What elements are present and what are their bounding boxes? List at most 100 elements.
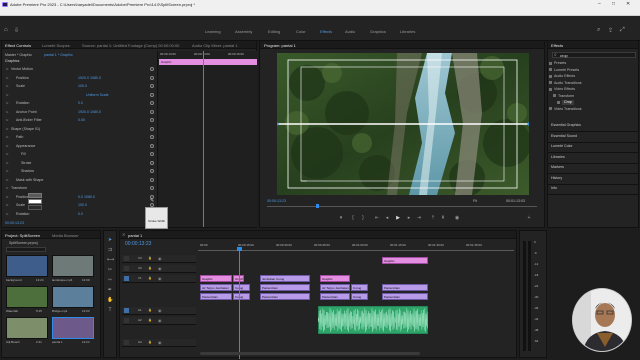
workspace-graphics[interactable]: Graphics <box>370 29 386 34</box>
tab-program[interactable]: Program: pantai 1 <box>264 43 296 48</box>
keyframe-toggle-icon[interactable] <box>150 186 154 190</box>
search-icon[interactable]: ⌕ <box>597 27 600 34</box>
timeline-clip-v1[interactable]: Air Terjun Jembatan <box>320 284 350 291</box>
workspace-learning[interactable]: Learning <box>205 29 221 34</box>
track-target-button[interactable] <box>124 266 129 271</box>
effects-panel-section[interactable]: Essential Graphics <box>551 123 581 128</box>
ec-property-value[interactable]: 1920.0 1080.0 <box>78 110 101 115</box>
keyframe-toggle-icon[interactable] <box>150 92 154 97</box>
go-to-out-icon[interactable]: ⇥ <box>416 215 422 221</box>
effects-panel-section[interactable]: Lumetri Color <box>551 144 573 149</box>
timeline-clip-v2[interactable]: Jembatan Curug <box>260 275 310 282</box>
effects-panel-section[interactable]: Info <box>551 186 557 191</box>
fx-toggle-icon[interactable]: fx <box>6 169 8 173</box>
master-selector[interactable]: Master * Graphic <box>5 53 32 58</box>
effects-tree-item[interactable]: Audio Effects <box>554 74 575 79</box>
tab-media-browser[interactable]: Media Browser <box>52 233 79 238</box>
keyframe-toggle-icon[interactable] <box>150 152 154 156</box>
effects-tree-item[interactable]: Transform <box>558 94 574 99</box>
track-target-button[interactable] <box>124 318 129 323</box>
timeline-clip-base[interactable]: Pantai Alam <box>320 293 350 300</box>
fx-toggle-icon[interactable]: fx <box>6 127 8 131</box>
keyframe-toggle-icon[interactable] <box>150 143 154 148</box>
project-thumbnail[interactable] <box>6 286 48 308</box>
workspace-editing[interactable]: Editing <box>268 29 280 34</box>
close-sequence-icon[interactable]: ✕ <box>122 232 125 237</box>
project-thumbnail[interactable] <box>52 286 94 308</box>
type-tool-icon[interactable]: T <box>107 307 113 313</box>
timeline-clip-base[interactable]: Pantai Alam <box>200 293 232 300</box>
timeline-playhead[interactable] <box>239 249 240 359</box>
fx-toggle-icon[interactable]: fx <box>6 84 8 88</box>
close-button[interactable]: ✕ <box>626 1 630 7</box>
keyframe-toggle-icon[interactable] <box>150 126 154 131</box>
import-icon[interactable]: ⇩ <box>14 27 19 34</box>
effects-search-input[interactable]: ⌕ crop <box>552 52 636 58</box>
lock-icon[interactable]: 🔒 <box>148 318 152 322</box>
project-thumbnail[interactable] <box>6 317 48 339</box>
audio-waveform-clip-1[interactable] <box>318 306 428 334</box>
fx-toggle-icon[interactable]: fx <box>6 135 8 139</box>
effects-tree-item[interactable]: Lumetri Presets <box>554 68 579 73</box>
fx-toggle-icon[interactable]: fx <box>6 144 8 148</box>
keyframe-toggle-icon[interactable] <box>150 67 154 71</box>
lock-icon[interactable]: 🔒 <box>148 276 152 280</box>
share-icon[interactable]: ⇪ <box>608 27 613 34</box>
program-scrub-bar[interactable] <box>267 206 537 207</box>
tab-effect-controls[interactable]: Effect Controls <box>5 43 31 48</box>
program-video-frame[interactable] <box>277 53 529 195</box>
track-select-tool-icon[interactable]: ⇉ <box>107 247 113 253</box>
timeline-clip-base[interactable]: Pantai Alam <box>382 293 428 300</box>
minimize-button[interactable]: – <box>598 1 601 7</box>
ec-playhead[interactable] <box>203 51 204 227</box>
ec-property-value[interactable]: 100.0 <box>78 203 87 208</box>
fx-toggle-icon[interactable]: fx <box>6 118 8 122</box>
keyframe-toggle-icon[interactable] <box>150 109 154 114</box>
effects-panel-section[interactable]: Essential Sound <box>551 134 577 139</box>
mark-in-icon[interactable]: { <box>350 215 356 221</box>
keyframe-toggle-icon[interactable] <box>150 118 154 122</box>
step-back-icon[interactable]: ◂ <box>384 215 390 221</box>
keyframe-toggle-icon[interactable] <box>150 169 154 173</box>
hand-tool-icon[interactable]: ✋ <box>107 297 113 303</box>
effects-panel-section[interactable]: Markers <box>551 165 564 170</box>
ec-mini-timeline[interactable] <box>157 51 257 227</box>
timeline-timecode[interactable]: 00:00:13:23 <box>125 241 151 247</box>
step-forward-icon[interactable]: ▸ <box>406 215 412 221</box>
project-search-input[interactable] <box>6 247 46 252</box>
fill-color-swatch[interactable] <box>28 193 42 198</box>
timeline-clip-v1[interactable]: Air Terjun Jembatan <box>200 284 232 291</box>
lock-icon[interactable]: 🔒 <box>148 256 152 260</box>
eyedropper-icon[interactable]: ✎ <box>150 198 154 204</box>
tab-lumetri-scopes[interactable]: Lumetri Scopes <box>42 43 70 48</box>
eye-icon[interactable]: ◉ <box>158 256 162 261</box>
program-timecode[interactable]: 00:00:13:23 <box>267 199 286 204</box>
tab-effects[interactable]: Effects <box>551 43 563 48</box>
workspace-effects[interactable]: Effects <box>320 29 332 34</box>
timeline-clip-base[interactable]: Curug <box>233 293 250 300</box>
keyframe-toggle-icon[interactable] <box>150 101 154 105</box>
play-icon[interactable]: ▶ <box>395 215 401 221</box>
effects-tree-item[interactable]: Audio Transitions <box>554 81 582 86</box>
workspace-assembly[interactable]: Assembly <box>235 29 252 34</box>
track-target-button[interactable] <box>124 276 129 281</box>
timeline-clip-v1[interactable]: Pantai Alam <box>382 284 428 291</box>
timeline-clip-v1[interactable]: Pantai Alam <box>260 284 310 291</box>
tab-source[interactable]: Source: pantai 1: Untitled Footage (Comp… <box>82 43 182 48</box>
timeline-playhead-handle[interactable] <box>237 247 242 251</box>
fx-toggle-icon[interactable]: fx <box>6 110 8 114</box>
maximize-button[interactable]: □ <box>612 1 615 7</box>
ec-property-value[interactable]: 100.0 <box>78 84 87 89</box>
fx-toggle-icon[interactable]: fx <box>6 76 8 80</box>
lift-icon[interactable]: ⇡ <box>430 215 436 221</box>
export-frame-icon[interactable]: ◉ <box>454 215 460 221</box>
ec-property-value[interactable]: 0.0 <box>78 101 83 106</box>
lock-icon[interactable]: 🔒 <box>148 308 152 312</box>
timeline-clip-base[interactable]: Curug <box>351 293 368 300</box>
stroke-color-swatch[interactable] <box>28 199 42 204</box>
go-to-in-icon[interactable]: ⇤ <box>374 215 380 221</box>
fx-toggle-icon[interactable]: fx <box>6 212 8 216</box>
fullscreen-icon[interactable]: ⤢ <box>620 27 625 34</box>
button-editor-icon[interactable]: + <box>526 215 532 221</box>
ec-property-value[interactable]: 0.00 <box>78 118 85 123</box>
